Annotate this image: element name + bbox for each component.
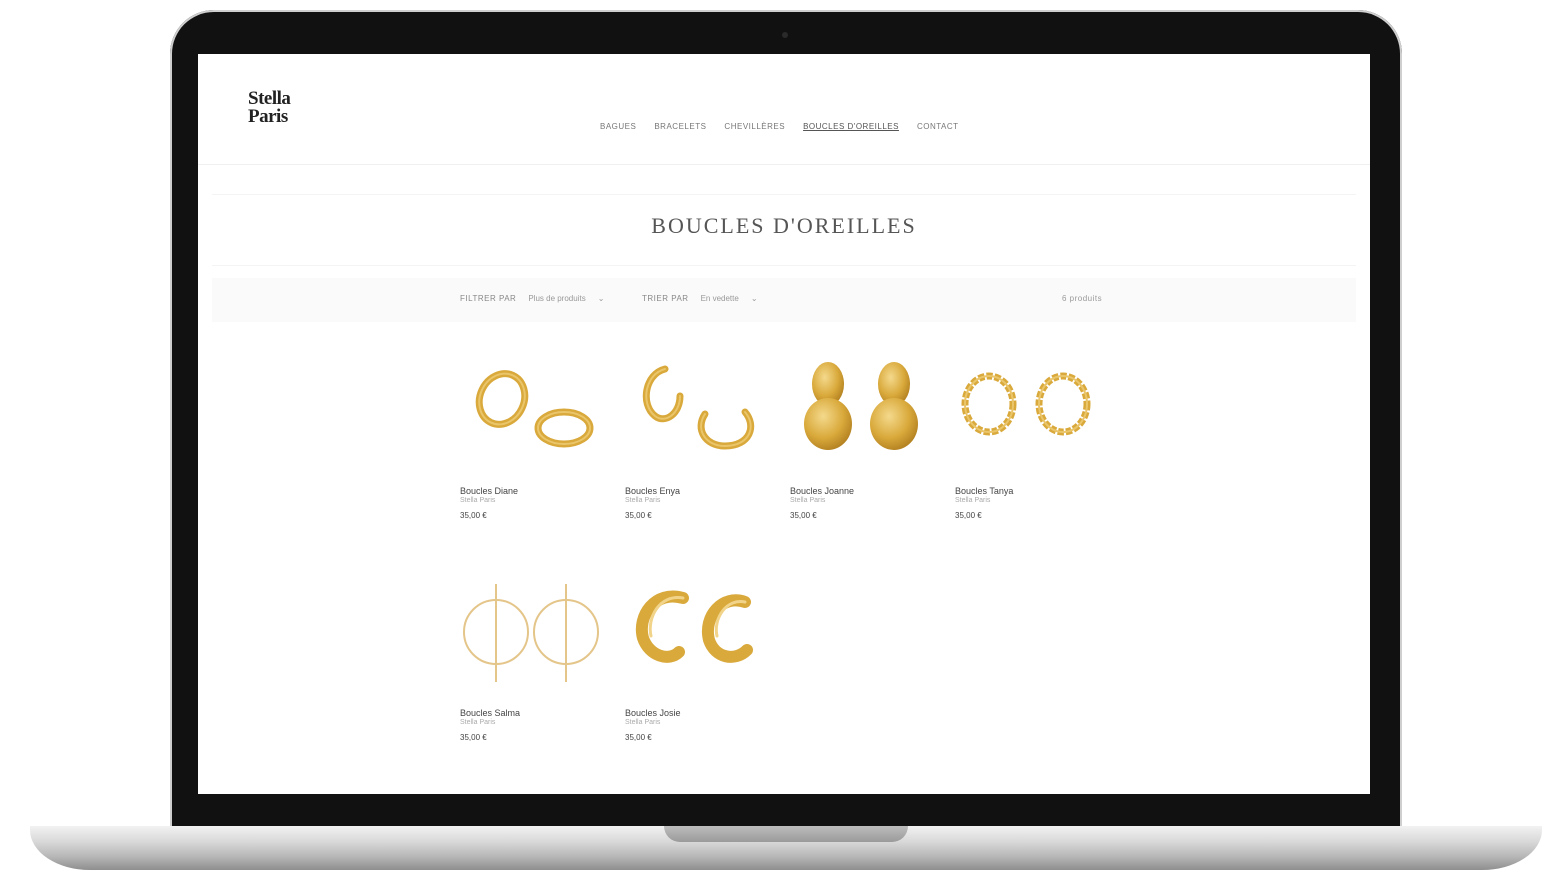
product-image[interactable] <box>625 576 765 686</box>
product-price: 35,00 € <box>955 511 982 520</box>
filter-label: Filtrer par <box>460 294 517 303</box>
product-vendor: Stella Paris <box>955 497 991 504</box>
product-card[interactable]: Boucles Tanya Stella Paris 35,00 € <box>955 354 1115 520</box>
filter-bar: Filtrer par Plus de produits ⌄ Trier par… <box>212 278 1356 322</box>
product-name[interactable]: Boucles Enya <box>625 486 785 496</box>
circle-bar-earrings-icon <box>463 584 599 682</box>
product-name[interactable]: Boucles Salma <box>460 708 620 718</box>
chunky-hoop-earrings-icon <box>635 590 753 663</box>
product-vendor: Stella Paris <box>625 497 661 504</box>
product-price: 35,00 € <box>790 511 817 520</box>
laptop-base <box>30 826 1542 870</box>
collection-banner: BOUCLES D'OREILLES <box>212 194 1356 266</box>
hoop-earrings-icon <box>475 370 594 448</box>
product-image[interactable] <box>460 354 600 464</box>
product-vendor: Stella Paris <box>790 497 826 504</box>
product-vendor: Stella Paris <box>460 719 496 726</box>
chevron-down-icon: ⌄ <box>597 294 605 303</box>
page-title: BOUCLES D'OREILLES <box>651 213 917 238</box>
site-logo[interactable]: Stella Paris <box>248 89 328 127</box>
product-price: 35,00 € <box>625 511 652 520</box>
product-vendor: Stella Paris <box>460 497 496 504</box>
sort-label: Trier par <box>642 294 689 303</box>
product-image[interactable] <box>460 576 600 686</box>
product-image[interactable] <box>625 354 765 464</box>
filter-group[interactable]: Filtrer par Plus de produits ⌄ <box>460 294 604 303</box>
nav-item-chevilleres[interactable]: Chevillères <box>724 122 785 131</box>
chevron-down-icon: ⌄ <box>750 294 758 303</box>
nav-item-contact[interactable]: Contact <box>917 122 959 131</box>
product-count: 6 produits <box>1062 294 1103 303</box>
disc-drop-earrings-icon <box>804 362 918 450</box>
laptop-notch <box>664 826 908 842</box>
product-image[interactable] <box>790 354 930 464</box>
sort-group[interactable]: Trier par En vedette ⌄ <box>642 294 758 303</box>
product-price: 35,00 € <box>460 511 487 520</box>
nav-item-bagues[interactable]: Bagues <box>600 122 636 131</box>
filter-select[interactable]: Plus de produits <box>528 294 585 303</box>
product-name[interactable]: Boucles Diane <box>460 486 620 496</box>
site-header: Stella Paris Bagues Bracelets Chevillère… <box>198 54 1370 165</box>
laptop-frame: Stella Paris Bagues Bracelets Chevillère… <box>170 10 1402 828</box>
nav-item-boucles[interactable]: Boucles d'oreilles <box>803 122 899 131</box>
camera-icon <box>782 32 788 38</box>
main-nav: Bagues Bracelets Chevillères Boucles d'o… <box>600 122 959 131</box>
product-vendor: Stella Paris <box>625 719 661 726</box>
product-name[interactable]: Boucles Tanya <box>955 486 1115 496</box>
product-price: 35,00 € <box>625 733 652 742</box>
product-price: 35,00 € <box>460 733 487 742</box>
open-hoop-earrings-icon <box>642 365 755 450</box>
product-card[interactable]: Boucles Diane Stella Paris 35,00 € <box>460 354 620 520</box>
browser-screen: Stella Paris Bagues Bracelets Chevillère… <box>198 54 1370 794</box>
nav-item-bracelets[interactable]: Bracelets <box>654 122 706 131</box>
twisted-hoop-earrings-icon <box>961 372 1091 436</box>
sort-select[interactable]: En vedette <box>701 294 739 303</box>
product-card[interactable]: Boucles Enya Stella Paris 35,00 € <box>625 354 785 520</box>
product-card[interactable]: Boucles Josie Stella Paris 35,00 € <box>625 576 785 742</box>
product-card[interactable]: Boucles Joanne Stella Paris 35,00 € <box>790 354 950 520</box>
product-name[interactable]: Boucles Joanne <box>790 486 950 496</box>
logo-line-2: Paris <box>248 106 288 127</box>
product-card[interactable]: Boucles Salma Stella Paris 35,00 € <box>460 576 620 742</box>
product-name[interactable]: Boucles Josie <box>625 708 785 718</box>
product-image[interactable] <box>955 354 1095 464</box>
